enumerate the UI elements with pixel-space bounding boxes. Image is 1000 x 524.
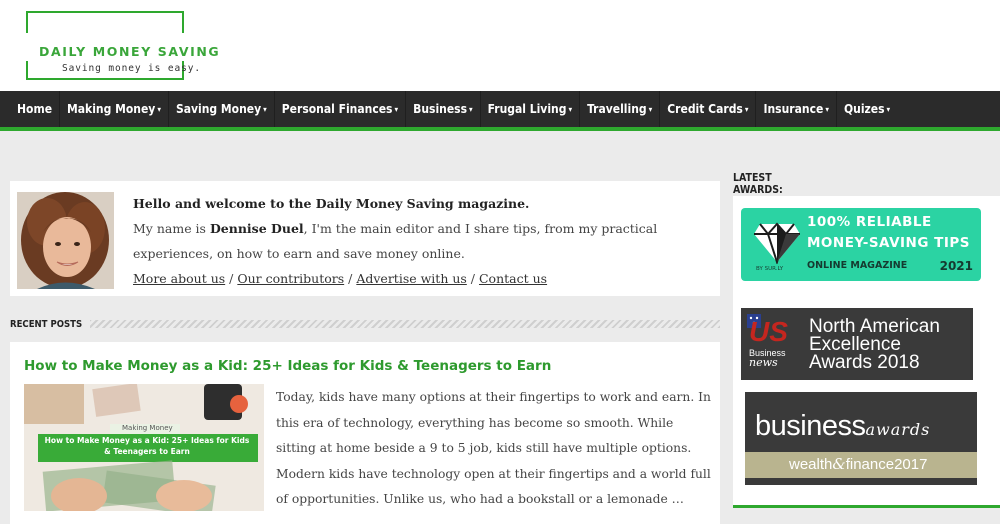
nav-item-home[interactable]: Home (10, 91, 59, 127)
caret-down-icon: ▾ (469, 104, 473, 114)
intro-prefix: My name is (133, 221, 210, 236)
editor-name: Dennise Duel (209, 221, 304, 236)
main-nav: Home Making Money ▾ Saving Money ▾ Personal F… (0, 91, 1000, 127)
thumb-category: Making Money (122, 424, 173, 432)
badge-line2: MONEY-SAVING TIPS (807, 235, 970, 251)
post-title[interactable]: How to Make Money as a Kid: 25+ Ideas fo… (24, 358, 551, 374)
caret-down-icon: ▾ (825, 104, 829, 114)
post-thumbnail[interactable]: Making Money How to Make Money as a Kid:… (24, 384, 264, 511)
post-excerpt: Today, kids have many options at their f… (276, 390, 711, 506)
site-logo[interactable]: DAILY MONEY SAVING Saving money is easy. (24, 11, 219, 80)
welcome-link-our-contributors[interactable]: Our contributors (237, 271, 344, 286)
link-separator: / (466, 271, 479, 286)
recent-posts-heading: RECENT POSTS (10, 317, 720, 331)
nav-item-personal-finances[interactable]: Personal Finances ▾ (273, 91, 405, 127)
nav-item-label: Home (17, 102, 53, 116)
editor-avatar (17, 192, 114, 289)
welcome-links: More about us / Our contributors / Adver… (133, 266, 723, 291)
award2-line3: Awards 2018 (809, 352, 920, 373)
welcome-link-contact-us[interactable]: Contact us (479, 271, 547, 286)
welcome-intro: My name is Dennise Duel, I'm the main ed… (133, 216, 723, 266)
awards-heading-label: LATEST AWARDS: (733, 172, 783, 196)
logo-tagline: Saving money is easy. (62, 63, 202, 74)
caret-down-icon: ▾ (568, 104, 573, 114)
award3-sub-a: wealth (789, 456, 833, 473)
heading-stripes (90, 320, 720, 328)
award3-word2: awards (865, 420, 931, 439)
award3-title: businessawards (755, 410, 930, 443)
nav-item-credit-cards[interactable]: Credit Cards ▾ (659, 91, 755, 127)
nav-list: Home Making Money ▾ Saving Money ▾ Personal F… (0, 91, 1000, 127)
award-reliable-badge[interactable]: BY SUR.LY 100% RELIABLE MONEY-SAVING TIP… (741, 208, 981, 281)
nav-item-travelling[interactable]: Travelling ▾ (579, 91, 659, 127)
thumb-title: How to Make Money as a Kid: 25+ Ideas fo… (44, 436, 250, 456)
nav-item-insurance[interactable]: Insurance ▾ (755, 91, 835, 127)
nav-item-label: Quizes (843, 102, 885, 116)
nav-item-label: Personal Finances (281, 102, 393, 116)
recent-posts-label: RECENT POSTS (10, 318, 83, 330)
welcome-link-advertise-with-us[interactable]: Advertise with us (356, 271, 466, 286)
nav-item-label: Saving Money (175, 102, 262, 116)
nav-item-label: Travelling (587, 102, 647, 116)
nav-item-label: Business (413, 102, 468, 116)
us-logo-text: US (749, 316, 788, 347)
badge-line1: 100% RELIABLE (807, 214, 932, 230)
diamond-icon (754, 222, 800, 264)
caret-down-icon: ▾ (157, 104, 161, 114)
awards-widget-accent (733, 505, 1000, 508)
nav-item-saving-money[interactable]: Saving Money ▾ (167, 91, 274, 127)
us-logo-sub2: news (749, 356, 778, 369)
caret-down-icon: ▾ (263, 104, 267, 114)
site-header: DAILY MONEY SAVING Saving money is easy. (0, 0, 1000, 91)
welcome-box: Hello and welcome to the Daily Money Sav… (10, 181, 720, 296)
welcome-greeting: Hello and welcome to the Daily Money Sav… (133, 191, 723, 216)
nav-item-label: Frugal Living (487, 102, 567, 116)
award3-word1: business (755, 410, 866, 442)
nav-item-business[interactable]: Business ▾ (405, 91, 480, 127)
nav-item-label: Making Money (67, 102, 156, 116)
nav-item-making-money[interactable]: Making Money ▾ (59, 91, 168, 127)
nav-item-label: Insurance (763, 102, 824, 116)
nav-item-label: Credit Cards (667, 102, 743, 116)
nav-item-frugal-living[interactable]: Frugal Living ▾ (479, 91, 579, 127)
badge-year: 2021 (939, 259, 973, 273)
caret-down-icon: ▾ (394, 104, 399, 114)
caret-down-icon: ▾ (648, 104, 653, 114)
award3-sub-b: & (832, 455, 846, 473)
post-card: How to Make Money as a Kid: 25+ Ideas fo… (10, 342, 720, 524)
welcome-text: Hello and welcome to the Daily Money Sav… (133, 191, 723, 291)
badge-line3: ONLINE MAGAZINE (807, 260, 908, 271)
greeting-text: Hello and welcome to the Daily Money Sav… (133, 196, 530, 211)
award-business-awards[interactable]: businessawards wealth&finance2017 (745, 392, 977, 485)
link-separator: / (225, 271, 238, 286)
award3-sub-c: finance2017 (845, 456, 928, 473)
awards-heading: LATEST AWARDS: (733, 172, 823, 196)
nav-accent-bar (0, 127, 1000, 131)
caret-down-icon: ▾ (886, 104, 891, 114)
award-north-american[interactable]: US Business news North American Excellen… (741, 308, 973, 380)
nav-item-quizes[interactable]: Quizes ▾ (835, 91, 897, 127)
caret-down-icon: ▾ (744, 104, 749, 114)
link-separator: / (344, 271, 357, 286)
logo-title: DAILY MONEY SAVING (39, 44, 221, 59)
us-logo-sub: Business news (749, 348, 786, 368)
welcome-link-more-about-us[interactable]: More about us (133, 271, 225, 286)
award3-subtitle: wealth&finance2017 (789, 455, 927, 473)
badge-by: BY SUR.LY (756, 266, 784, 272)
